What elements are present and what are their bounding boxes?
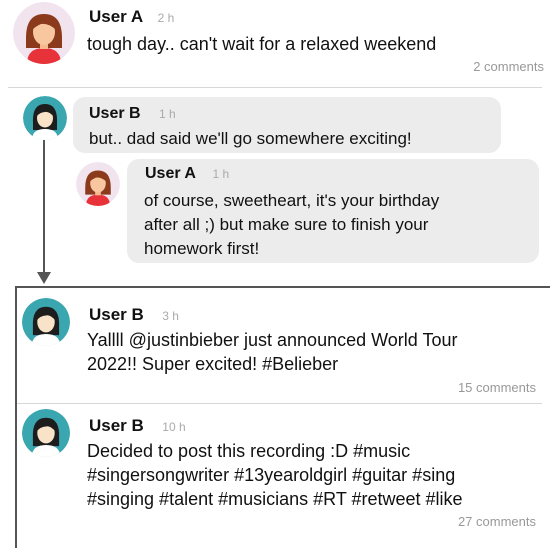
post-3-text: of course, sweetheart, it's your birthda…: [144, 189, 439, 261]
thread-arrow-icon: [37, 272, 51, 284]
post-3-text-line: after all ;) but make sure to finish you…: [144, 215, 429, 234]
post-1-timestamp: 2 h: [157, 11, 175, 25]
post-2-text: but.. dad said we'll go somewhere exciti…: [89, 129, 412, 148]
girl-avatar-icon: [23, 96, 67, 140]
post-2-timestamp: 1 h: [159, 107, 176, 121]
user-a-avatar[interactable]: [13, 2, 75, 64]
post-5-username[interactable]: User B: [89, 416, 144, 435]
post-4-comments-link[interactable]: 15 comments: [458, 380, 536, 395]
post-1-header: User A 2 h: [89, 7, 174, 27]
post-5-text-line: Decided to post this recording :D #music: [87, 441, 411, 461]
user-b-avatar[interactable]: [23, 96, 67, 140]
post-5-header: User B 10 h: [89, 416, 186, 436]
post-4-header: User B 3 h: [89, 305, 179, 325]
post-1-divider: [8, 87, 542, 88]
post-5-text-line: #singing #talent #musicians #RT #retweet…: [87, 489, 463, 509]
girl-avatar-icon: [22, 409, 70, 457]
post-4-text-line: 2022!! Super excited! #Belieber: [87, 354, 339, 374]
post-3-username[interactable]: User A: [145, 165, 196, 182]
post-5-timestamp: 10 h: [162, 420, 186, 434]
post-1-username[interactable]: User A: [89, 7, 143, 26]
post-3-text-line: homework first!: [144, 239, 260, 258]
user-b-avatar-post-5[interactable]: [22, 409, 70, 457]
post-1-comments-link[interactable]: 2 comments: [473, 59, 544, 74]
post-4-text: Yallll @justinbieber just announced Worl…: [87, 328, 457, 376]
girl-avatar-icon: [76, 162, 120, 206]
girl-avatar-icon: [22, 298, 70, 346]
post-3-timestamp: 1 h: [212, 167, 230, 181]
post-3-header: User A 1 h: [145, 165, 229, 183]
post-4-text-line: Yallll @justinbieber just announced Worl…: [87, 330, 458, 350]
user-b-avatar-post-4[interactable]: [22, 298, 70, 346]
thread-line: [43, 140, 45, 276]
post-5-comments-link[interactable]: 27 comments: [458, 514, 536, 529]
post-2-username[interactable]: User B: [89, 105, 141, 122]
user-a-avatar-small[interactable]: [76, 162, 120, 206]
post-2-header: User B 1 h: [89, 105, 176, 123]
post-5-text: Decided to post this recording :D #music…: [87, 439, 463, 511]
post-1-text: tough day.. can't wait for a relaxed wee…: [87, 34, 437, 54]
post-3-text-line: of course, sweetheart, it's your birthda…: [144, 191, 440, 210]
post-4-username[interactable]: User B: [89, 305, 144, 324]
post-4-divider: [17, 403, 542, 404]
post-5-text-line: #singersongwriter #13yearoldgirl #guitar…: [87, 465, 456, 485]
girl-avatar-icon: [13, 2, 75, 64]
post-4-timestamp: 3 h: [162, 309, 179, 323]
